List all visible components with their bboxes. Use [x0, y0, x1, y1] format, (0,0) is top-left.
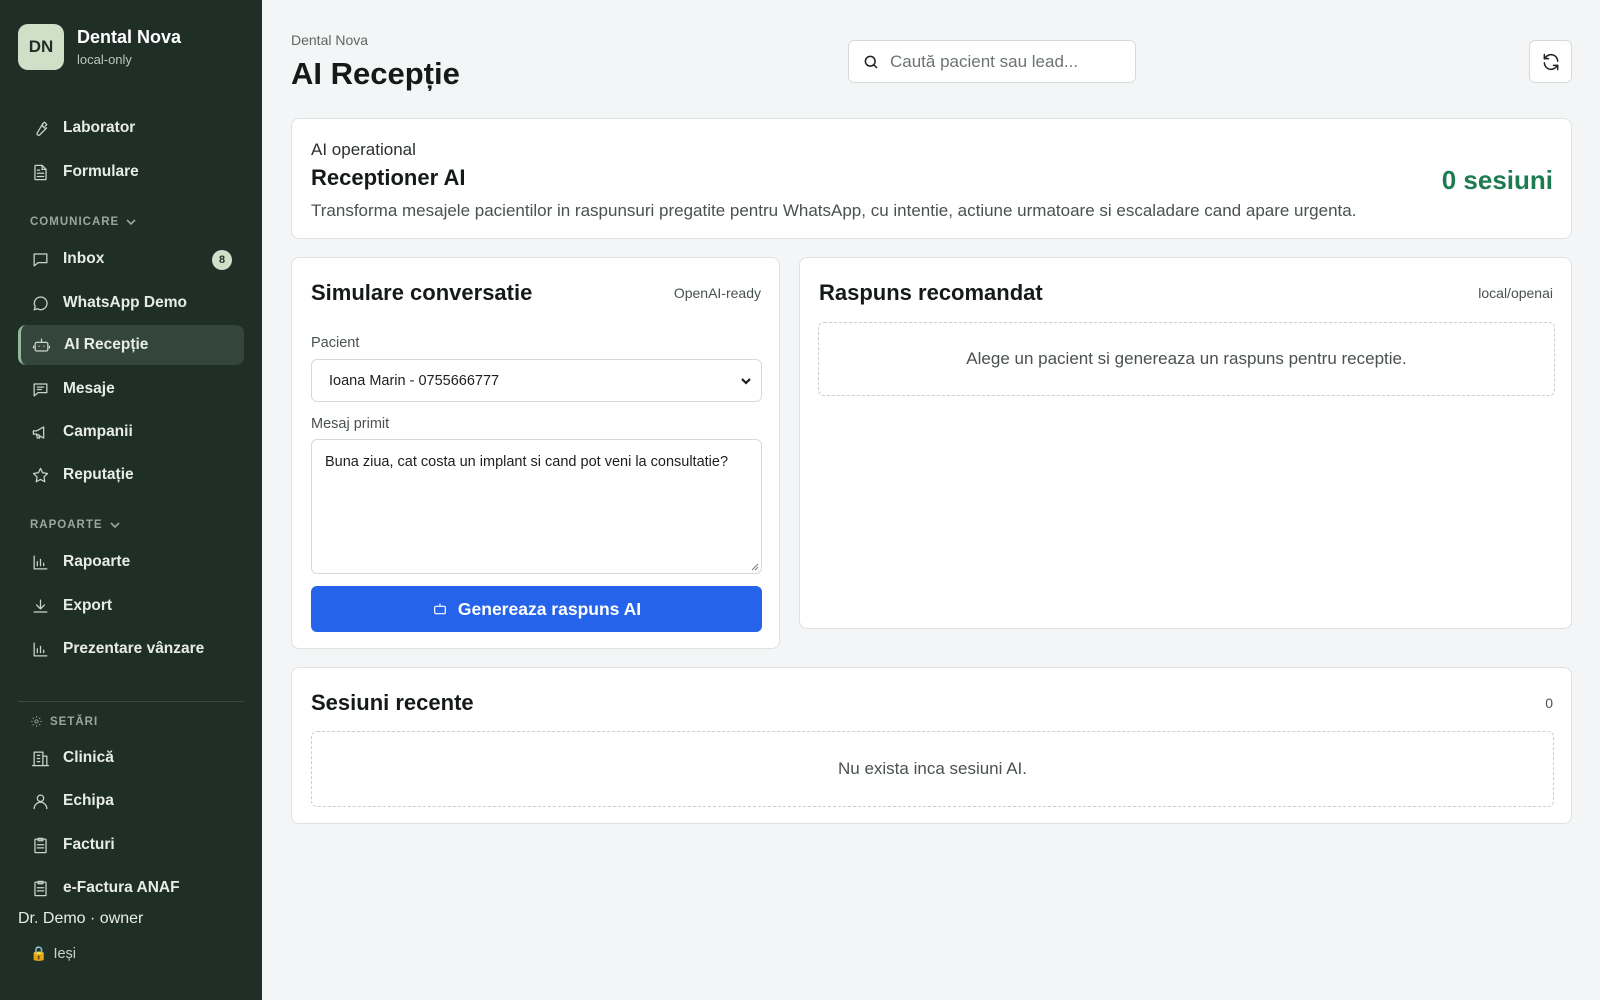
sidebar-item-whatsapp-demo[interactable]: WhatsApp Demo: [18, 283, 244, 323]
bot-icon: [31, 335, 51, 355]
sidebar-item-label: Formulare: [63, 163, 139, 180]
bar-chart-icon: [30, 552, 50, 572]
simulation-card: Simulare conversatie OpenAI-ready Pacien…: [291, 257, 780, 649]
sidebar-item-campanii[interactable]: Campanii: [18, 412, 244, 452]
recent-sessions-count: 0: [1545, 695, 1553, 711]
search-input[interactable]: [890, 51, 1120, 72]
patient-select-value: Ioana Marin - 0755666777: [329, 372, 500, 389]
sidebar-item-label: WhatsApp Demo: [63, 294, 187, 311]
section-rapoarte[interactable]: RAPOARTE: [30, 519, 121, 531]
patient-label: Pacient: [311, 335, 360, 351]
gear-icon: [31, 716, 42, 727]
inbox-count-badge: 8: [212, 250, 232, 270]
building-icon: [30, 748, 50, 768]
sidebar-item-ai-receptie[interactable]: AI Recepție: [18, 325, 244, 365]
message-square-icon: [30, 249, 50, 269]
sidebar-item-label: e-Factura ANAF: [63, 879, 180, 896]
sidebar-item-label: Clinică: [63, 749, 114, 766]
bot-icon: [433, 603, 446, 615]
section-comunicare[interactable]: COMUNICARE: [30, 216, 137, 228]
bar-chart-icon: [30, 639, 50, 659]
sidebar-item-label: Facturi: [63, 836, 115, 853]
chevron-down-icon: [126, 219, 136, 226]
user-icon: [30, 791, 50, 811]
ai-status-card: AI operational Receptioner AI Transforma…: [291, 118, 1572, 239]
section-rapoarte-label: RAPOARTE: [30, 519, 103, 531]
document-icon: [30, 162, 50, 182]
recent-sessions-empty-state: Nu exista inca sesiuni AI.: [311, 731, 1554, 807]
search-icon: [864, 55, 878, 69]
sidebar-item-label: Laborator: [63, 119, 136, 136]
star-icon: [30, 465, 50, 485]
sidebar-item-label: Mesaje: [63, 380, 115, 397]
section-setari-label: SETĂRI: [50, 715, 99, 728]
sidebar-item-clinica[interactable]: Clinică: [18, 738, 244, 778]
refresh-button[interactable]: [1529, 40, 1572, 83]
current-user: Dr. Demo · owner: [18, 910, 144, 927]
response-meta: local/openai: [1478, 285, 1553, 301]
search-box[interactable]: [848, 40, 1136, 83]
response-empty-state: Alege un pacient si genereaza un raspuns…: [818, 322, 1555, 396]
session-count: 0 sesiuni: [1441, 165, 1553, 195]
ai-status-kicker: AI operational: [311, 140, 416, 159]
brand-subtitle: local-only: [77, 51, 132, 67]
sidebar-item-formulare[interactable]: Formulare: [18, 152, 244, 192]
sidebar-item-export[interactable]: Export: [18, 586, 244, 626]
sidebar-divider: [18, 701, 244, 702]
simulation-title: Simulare conversatie: [311, 280, 533, 305]
message-lines-icon: [30, 379, 50, 399]
sidebar-item-label: Campanii: [63, 423, 133, 440]
refresh-icon: [1543, 53, 1558, 70]
sidebar-item-laborator[interactable]: Laborator: [18, 108, 244, 148]
logout-button[interactable]: 🔒 Ieși: [30, 945, 76, 962]
sidebar-item-echipa[interactable]: Echipa: [18, 781, 244, 821]
message-textarea-value: Buna ziua, cat costa un implant si cand …: [325, 454, 729, 470]
message-label: Mesaj primit: [311, 416, 390, 432]
sidebar: DN Dental Nova local-only Laborator Form…: [0, 0, 262, 1000]
ai-status-title: Receptioner AI: [311, 165, 466, 190]
clipboard-icon: [30, 835, 50, 855]
section-setari[interactable]: SETĂRI: [30, 715, 98, 728]
brand-name: Dental Nova: [77, 27, 182, 48]
message-textarea[interactable]: Buna ziua, cat costa un implant si cand …: [311, 439, 762, 574]
generate-ai-response-button[interactable]: Genereaza raspuns AI: [311, 586, 762, 632]
download-icon: [30, 596, 50, 616]
section-comunicare-label: COMUNICARE: [30, 216, 120, 228]
recent-sessions-card: Sesiuni recente 0 Nu exista inca sesiuni…: [291, 667, 1572, 824]
brand[interactable]: DN Dental Nova local-only: [18, 24, 181, 70]
sidebar-item-label: Export: [63, 597, 113, 614]
recent-sessions-title: Sesiuni recente: [311, 690, 474, 715]
megaphone-icon: [30, 422, 50, 442]
recommended-response-card: Raspuns recomandat local/openai Alege un…: [799, 257, 1572, 629]
patient-select[interactable]: Ioana Marin - 0755666777: [311, 359, 762, 402]
sidebar-item-prezentare-vanzare[interactable]: Prezentare vânzare: [18, 629, 244, 669]
lock-icon: 🔒: [30, 945, 48, 961]
generate-button-label: Genereaza raspuns AI: [457, 598, 642, 619]
sidebar-item-e-factura-anaf[interactable]: e-Factura ANAF: [18, 868, 244, 908]
chevron-down-icon: [109, 522, 120, 529]
wrench-icon: [30, 118, 50, 138]
message-circle-icon: [30, 293, 50, 313]
clipboard-icon: [30, 878, 50, 898]
sidebar-item-label: AI Recepție: [64, 336, 149, 353]
sidebar-item-rapoarte[interactable]: Rapoarte: [18, 542, 244, 582]
sidebar-item-label: Echipa: [63, 792, 114, 809]
sidebar-item-label: Reputație: [63, 466, 134, 483]
sidebar-item-reputatie[interactable]: Reputație: [18, 455, 244, 495]
brand-logo: DN: [18, 24, 64, 70]
sidebar-item-mesaje[interactable]: Mesaje: [18, 369, 244, 409]
sidebar-item-label: Rapoarte: [63, 553, 131, 570]
resize-handle-icon[interactable]: [750, 562, 759, 571]
ai-status-description: Transforma mesajele pacientilor in raspu…: [311, 201, 1357, 220]
response-title: Raspuns recomandat: [819, 280, 1043, 305]
breadcrumb[interactable]: Dental Nova: [291, 32, 368, 48]
sidebar-item-facturi[interactable]: Facturi: [18, 825, 244, 865]
page-title: AI Recepție: [291, 56, 460, 91]
chevron-down-icon: [741, 378, 751, 385]
sidebar-item-label: Inbox: [63, 250, 105, 267]
sidebar-item-label: Prezentare vânzare: [63, 640, 205, 657]
logout-label: Ieși: [53, 945, 77, 962]
sidebar-item-inbox[interactable]: Inbox 8: [18, 239, 244, 279]
simulation-meta: OpenAI-ready: [673, 285, 761, 301]
